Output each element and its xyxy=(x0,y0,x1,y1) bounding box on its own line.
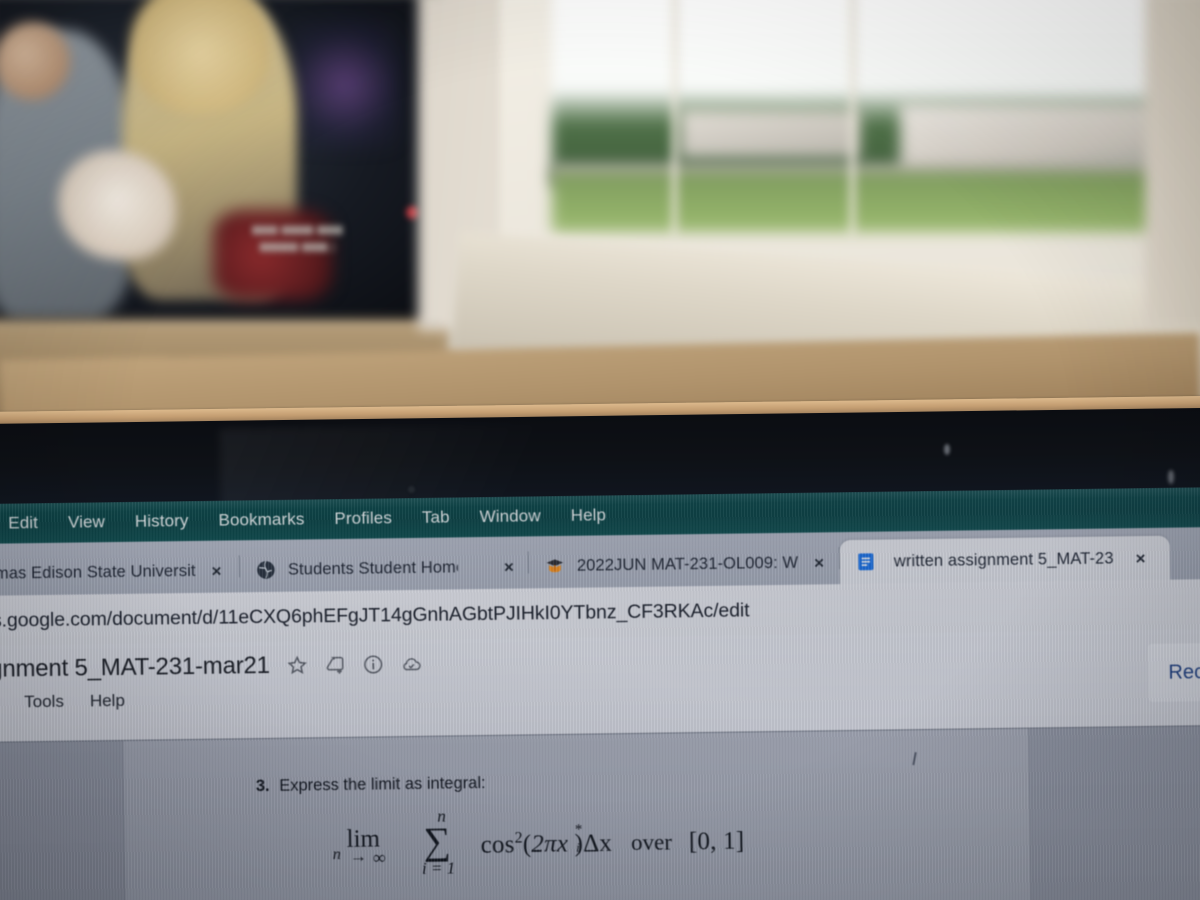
tab-close-icon[interactable]: × xyxy=(814,553,824,572)
cosine-function: cos xyxy=(480,831,515,859)
math-expression: lim n → ∞ n ∑ i = 1 cos2(2πx * i)Δx over xyxy=(332,806,745,882)
tv-person-right-hair xyxy=(130,0,270,113)
menu-item-window[interactable]: Window xyxy=(479,506,540,527)
laptop-screen-content: Edit View History Bookmarks Profiles Tab… xyxy=(0,486,1200,900)
document-status-info-icon[interactable] xyxy=(362,653,384,675)
browser-tab-moodle-course[interactable]: 2022JUN MAT-231-OL009: W × xyxy=(529,540,840,588)
summation-lower-bound: i = 1 xyxy=(421,858,456,878)
wall-right xyxy=(1145,0,1200,330)
tab-close-icon[interactable]: × xyxy=(211,561,221,580)
browser-tab-written-assignment[interactable]: written assignment 5_MAT-23 × xyxy=(839,535,1171,585)
browser-tab-students-home[interactable]: Students Student Home × xyxy=(240,544,529,592)
bezel-dust-speck xyxy=(1168,470,1174,484)
limit-arrow-icon: → xyxy=(349,846,367,866)
question-line: 3. Express the limit as integral: xyxy=(256,774,486,796)
tab-title: Students Student Home xyxy=(287,557,459,579)
moodle-icon xyxy=(546,559,564,573)
docs-header-right-button-label: Rec xyxy=(1168,660,1200,684)
summand-expression: cos2(2πx * i)Δx xyxy=(480,821,613,860)
menu-item-tab[interactable]: Tab xyxy=(422,507,450,527)
argument-open-paren: ( xyxy=(522,831,532,859)
argument-body: 2πx xyxy=(531,830,569,859)
text-cursor-marker xyxy=(912,752,917,766)
google-docs-header: signment 5_MAT-231-mar21 Tools Help Rec xyxy=(0,628,1200,742)
limit-block: lim n → ∞ xyxy=(332,819,409,874)
menu-item-bookmarks[interactable]: Bookmarks xyxy=(218,509,304,530)
argument-sample-point-marks: * i xyxy=(568,821,583,858)
document-canvas: 3. Express the limit as integral: lim n … xyxy=(0,724,1200,900)
argument-star-superscript: * xyxy=(574,821,583,838)
menu-item-view[interactable]: View xyxy=(68,512,105,533)
over-keyword: over xyxy=(630,829,673,856)
window-mullion-1 xyxy=(670,0,679,236)
document-title[interactable]: signment 5_MAT-231-mar21 xyxy=(0,652,270,684)
limit-target: ∞ xyxy=(372,847,386,868)
question-number: 3. xyxy=(255,776,270,796)
limit-variable: n xyxy=(332,845,341,864)
tv-color-accent xyxy=(290,20,400,150)
argument-index-subscript: i xyxy=(576,839,581,855)
document-page[interactable]: 3. Express the limit as integral: lim n … xyxy=(123,728,1031,900)
browser-tab-edison[interactable]: mas Edison State Universit × xyxy=(0,548,239,596)
tv-subtitle-line-2: ▮▮▮▮▮▮ ▮▮▮▮.) xyxy=(259,241,336,253)
google-docs-icon xyxy=(858,553,874,571)
bezel-dust-speck xyxy=(944,444,950,455)
interval-notation: [0, 1] xyxy=(688,827,745,856)
room-background-photo: ▮▮▮▮ ▮▮▮▮▮ ▮▮▮▮ ▮▮▮▮▮▮ ▮▮▮▮.) xyxy=(0,0,1200,432)
tv-subtitle: ▮▮▮▮ ▮▮▮▮▮ ▮▮▮▮ ▮▮▮▮▮▮ ▮▮▮▮.) xyxy=(205,222,390,260)
tv-subtitle-line-1: ▮▮▮▮ ▮▮▮▮▮ ▮▮▮▮ xyxy=(252,224,343,236)
saved-to-drive-icon[interactable] xyxy=(400,653,422,675)
screenshot-scene: ▮▮▮▮ ▮▮▮▮▮ ▮▮▮▮ ▮▮▮▮▮▮ ▮▮▮▮.) Edit View … xyxy=(0,0,1200,900)
tab-title: mas Edison State Universit xyxy=(0,561,196,583)
menu-item-profiles[interactable]: Profiles xyxy=(334,508,392,529)
docs-menu-tools[interactable]: Tools xyxy=(24,692,64,713)
neighborhood-house-left xyxy=(680,110,860,158)
menu-item-edit[interactable]: Edit xyxy=(8,513,38,533)
window-mullion-2 xyxy=(848,0,857,236)
address-bar-url: ocs.google.com/document/d/11eCXQ6phEFgJT… xyxy=(0,598,750,632)
globe-icon xyxy=(257,561,275,579)
question-text: Express the limit as integral: xyxy=(279,774,486,795)
tab-title: written assignment 5_MAT-23 xyxy=(893,548,1114,570)
menu-item-history[interactable]: History xyxy=(135,511,189,532)
summation-sigma-icon: ∑ xyxy=(423,820,452,863)
differential-term: Δx xyxy=(582,829,613,858)
tab-close-icon[interactable]: × xyxy=(1135,549,1145,568)
tab-title: 2022JUN MAT-231-OL009: W xyxy=(576,553,799,575)
docs-menu-help[interactable]: Help xyxy=(90,691,125,711)
summation-block: n ∑ i = 1 xyxy=(417,807,472,881)
webcam-icon xyxy=(408,486,415,493)
menu-item-help[interactable]: Help xyxy=(571,505,607,525)
lawn xyxy=(552,172,1200,232)
docs-header-right-button[interactable]: Rec xyxy=(1148,642,1200,702)
move-to-folder-icon[interactable] xyxy=(324,654,346,676)
star-icon[interactable] xyxy=(286,654,308,676)
tab-close-icon[interactable]: × xyxy=(504,557,514,576)
